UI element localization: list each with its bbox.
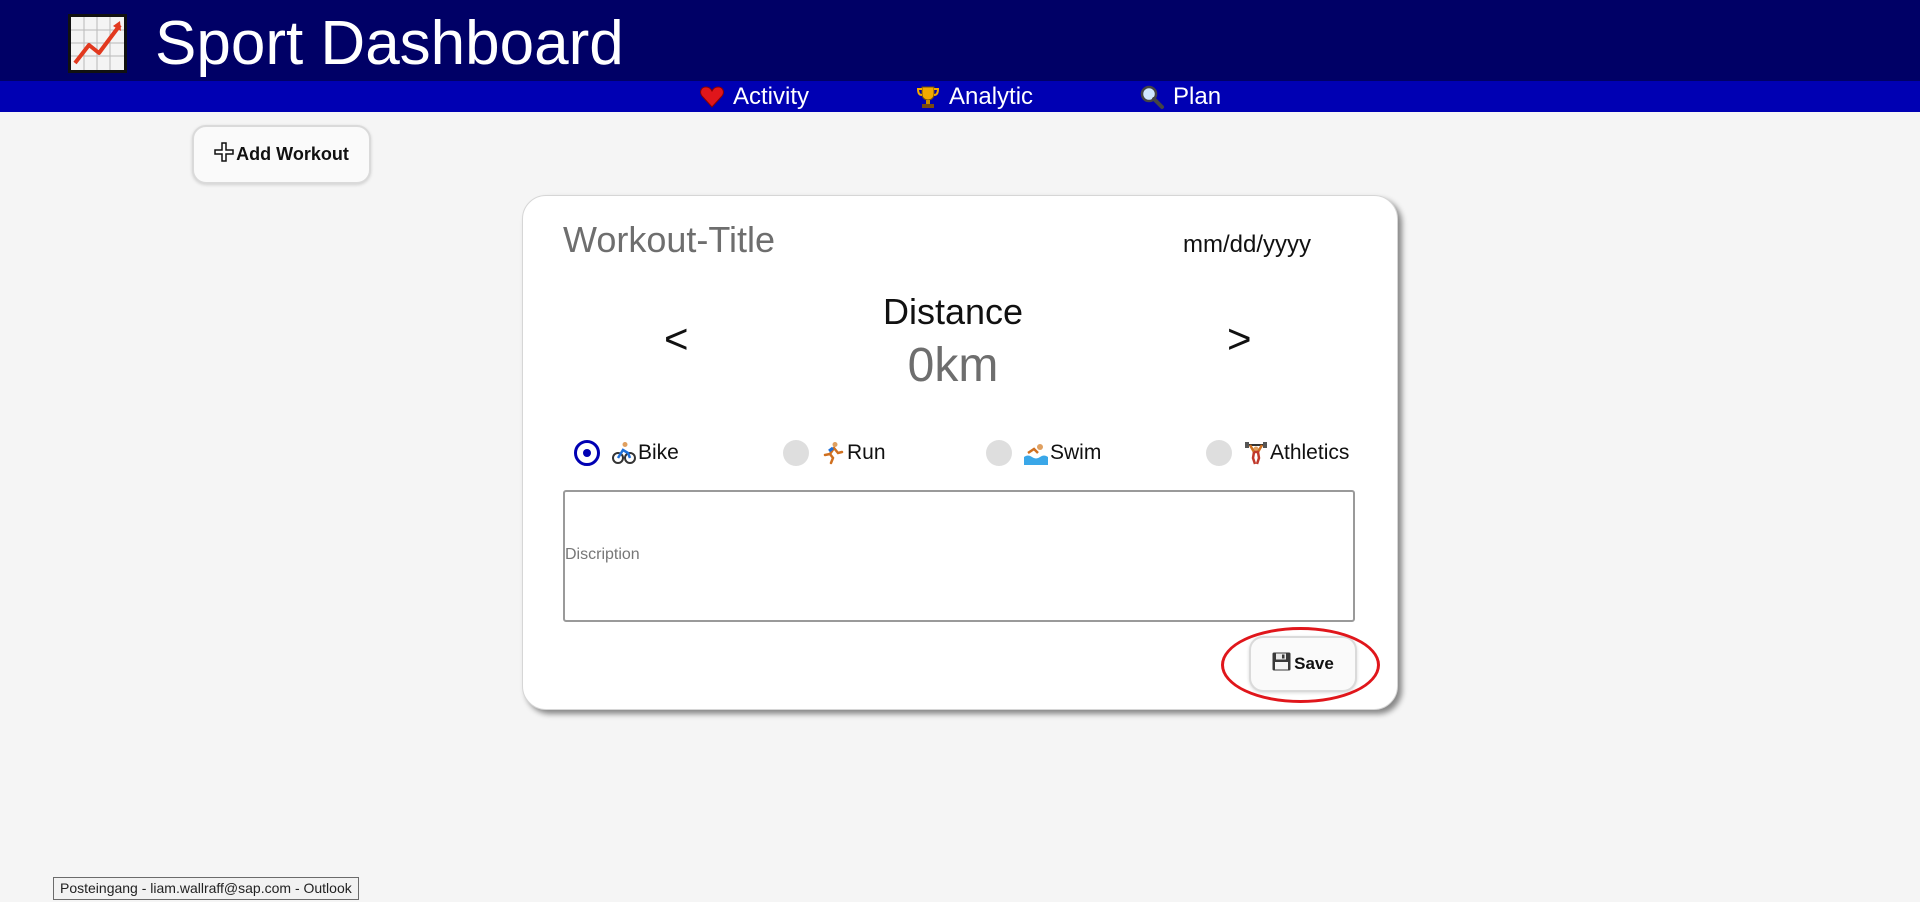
nav-item-analytic[interactable]: Analytic	[915, 81, 1033, 112]
sport-option-label: Run	[847, 441, 886, 464]
workout-title-input[interactable]	[563, 218, 1003, 262]
workout-form-card: mm/dd/yyyy < > Distance 0km Bike Run	[522, 195, 1398, 710]
description-textarea[interactable]	[563, 490, 1355, 622]
person-running-icon	[821, 441, 845, 465]
nav-bar: Activity Analytic Plan	[0, 81, 1920, 112]
nav-item-activity[interactable]: Activity	[699, 81, 809, 112]
nav-item-label: Activity	[733, 83, 810, 110]
person-lifting-weights-icon	[1244, 441, 1268, 465]
save-label: Save	[1294, 654, 1334, 673]
chart-increasing-icon	[68, 14, 127, 73]
floppy-disk-icon	[1272, 652, 1291, 676]
metric-value: 0km	[907, 339, 999, 392]
add-workout-button[interactable]: Add Workout	[192, 125, 371, 184]
trophy-icon	[915, 84, 941, 110]
sport-option-bike[interactable]: Bike	[574, 438, 679, 468]
save-button[interactable]: Save	[1249, 636, 1357, 692]
nav-item-plan[interactable]: Plan	[1139, 81, 1221, 112]
sport-option-run[interactable]: Run	[783, 438, 886, 468]
sport-option-swim[interactable]: Swim	[986, 438, 1101, 468]
nav-item-label: Analytic	[949, 83, 1034, 110]
person-swimming-icon	[1024, 441, 1048, 465]
plus-icon	[214, 142, 234, 167]
nav-item-label: Plan	[1173, 83, 1222, 110]
date-input[interactable]: mm/dd/yyyy	[1183, 231, 1311, 259]
status-tooltip: Posteingang - liam.wallraff@sap.com - Ou…	[53, 877, 359, 900]
radio-button[interactable]	[783, 440, 809, 466]
radio-button[interactable]	[1206, 440, 1232, 466]
app-header: Sport Dashboard	[0, 0, 1920, 81]
radio-button[interactable]	[574, 440, 600, 466]
sport-option-athletics[interactable]: Athletics	[1206, 438, 1349, 468]
red-heart-icon	[699, 84, 725, 110]
sport-option-label: Athletics	[1270, 441, 1350, 464]
add-workout-label: Add Workout	[236, 144, 349, 164]
sport-option-label: Swim	[1050, 441, 1102, 464]
sport-option-label: Bike	[638, 441, 679, 464]
app-title: Sport Dashboard	[155, 9, 624, 78]
metric-label: Distance	[882, 291, 1024, 332]
magnifying-glass-icon	[1139, 84, 1165, 110]
radio-button[interactable]	[986, 440, 1012, 466]
person-biking-icon	[612, 441, 636, 465]
